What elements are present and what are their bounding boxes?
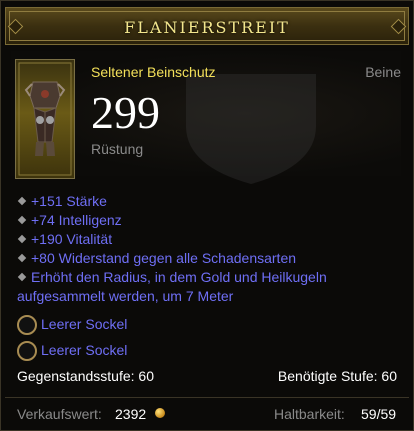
tooltip-header: FLANIERSTREIT bbox=[5, 7, 409, 45]
durability-value: 59/59 bbox=[361, 406, 397, 422]
affix-list: +151 Stärke +74 Intelligenz +190 Vitalit… bbox=[15, 192, 395, 306]
socket-label: Leerer Sockel bbox=[41, 342, 128, 358]
empty-socket-icon bbox=[17, 315, 37, 335]
item-slot: Beine bbox=[365, 64, 401, 80]
item-level: Gegenstandsstufe: 60 bbox=[17, 368, 154, 384]
bullet-icon bbox=[17, 253, 27, 263]
sell-value-label: Verkaufswert: bbox=[17, 406, 102, 422]
armor-value: 299 bbox=[91, 87, 160, 138]
empty-socket-icon bbox=[17, 341, 37, 361]
armor-shield-watermark-icon bbox=[186, 74, 316, 184]
durability-label: Haltbarkeit: bbox=[274, 406, 345, 422]
gold-coin-icon bbox=[155, 408, 165, 418]
item-icon-frame[interactable] bbox=[15, 59, 75, 179]
bullet-icon bbox=[17, 272, 27, 282]
bullet-icon bbox=[17, 234, 27, 244]
affix-line: +80 Widerstand gegen alle Schadensarten bbox=[15, 249, 395, 268]
bullet-icon bbox=[17, 196, 27, 206]
bullet-icon bbox=[17, 215, 27, 225]
socket-label: Leerer Sockel bbox=[41, 316, 128, 332]
item-type: Seltener Beinschutz bbox=[91, 64, 216, 80]
required-level: Benötigte Stufe: 60 bbox=[277, 368, 397, 384]
item-tooltip: FLANIERSTREIT Seltener Beinschutz Beine bbox=[0, 0, 414, 431]
affix-line: +190 Vitalität bbox=[15, 230, 395, 249]
affix-line-continuation: aufgesammelt werden, um 7 Meter bbox=[17, 288, 234, 304]
item-name: FLANIERSTREIT bbox=[124, 18, 290, 37]
affix-line: +151 Stärke bbox=[15, 192, 395, 211]
item-summary-panel: Seltener Beinschutz Beine 299 Rüstung bbox=[11, 51, 401, 184]
armor-label: Rüstung bbox=[91, 141, 144, 157]
sell-value: 2392 bbox=[115, 406, 147, 422]
leg-armor-icon bbox=[18, 62, 72, 176]
affix-line: +74 Intelligenz bbox=[15, 211, 395, 230]
tooltip-footer: Verkaufswert: 2392 Haltbarkeit: 59/59 bbox=[5, 397, 409, 428]
affix-line: Erhöht den Radius, in dem Gold und Heilk… bbox=[15, 268, 395, 287]
